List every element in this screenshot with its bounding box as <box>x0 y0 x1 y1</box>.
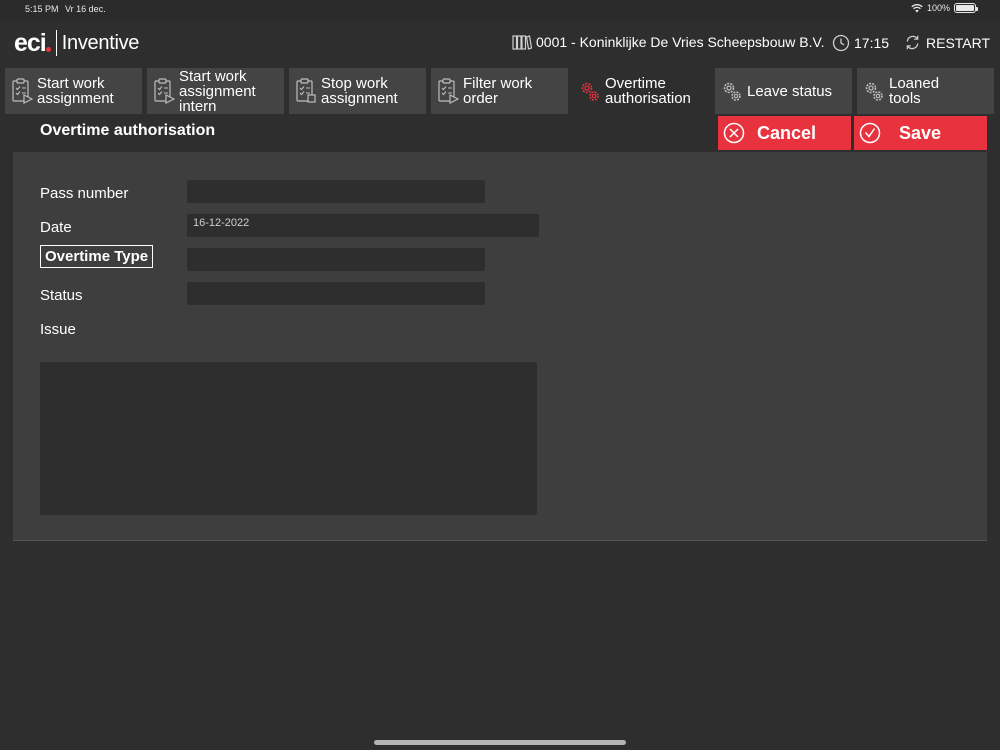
issue-label: Issue <box>40 321 76 338</box>
gears-icon <box>723 82 741 101</box>
overtime-form: Pass number Date 16-12-2022 Overtime Typ… <box>13 152 987 541</box>
gears-icon <box>581 82 599 101</box>
wifi-icon <box>911 4 923 13</box>
date-label: Date <box>40 219 72 236</box>
clipboard-stop-icon <box>296 78 316 103</box>
restart-label: RESTART <box>926 34 991 51</box>
tab-label: Start work assignment intern <box>179 68 256 114</box>
pass-number-input[interactable] <box>187 180 485 203</box>
date-input[interactable]: 16-12-2022 <box>187 214 539 237</box>
home-indicator[interactable] <box>374 740 626 745</box>
company-selector[interactable]: 0001 - Koninklijke De Vries Scheepsbouw … <box>512 34 824 50</box>
header-time: 17:15 <box>854 35 890 51</box>
clipboard-play-icon <box>154 78 175 104</box>
tab-label: Start work assignment <box>37 76 114 106</box>
save-label: Save <box>899 122 942 143</box>
logo-eci: eci <box>14 30 51 56</box>
restart-button[interactable]: RESTART <box>904 34 990 51</box>
cancel-label: Cancel <box>757 122 817 143</box>
status-input[interactable] <box>187 282 485 305</box>
save-button[interactable]: Save <box>854 116 987 150</box>
app-logo: eci Inventive <box>14 30 139 56</box>
status-indicators: 100% <box>911 3 978 13</box>
header-clock: 17:15 <box>832 34 889 52</box>
page-titlebar: Overtime authorisation Cancel Save <box>14 114 987 152</box>
logo-inventive: Inventive <box>61 32 140 54</box>
gears-icon <box>865 82 883 101</box>
tab-label: Loaned tools <box>889 76 940 106</box>
refresh-icon <box>906 35 919 50</box>
pass-number-label: Pass number <box>40 185 129 202</box>
battery-icon <box>954 3 978 13</box>
tab-stop-work-assignment[interactable]: Stop work assignment <box>289 68 426 114</box>
close-circle-icon <box>723 122 745 144</box>
tab-bar: Start work assignment Start work assignm… <box>5 68 995 114</box>
tab-label: Overtime authorisation <box>605 76 691 106</box>
clipboard-play-icon <box>438 78 459 104</box>
tab-label: Leave status <box>747 83 833 99</box>
status-bar: 5:15 PM Vr 16 dec. 100% <box>0 0 1000 20</box>
battery-percent: 100% <box>926 3 950 13</box>
status-date: Vr 16 dec. <box>65 4 106 14</box>
tab-leave-status[interactable]: Leave status <box>715 68 852 114</box>
overtime-type-label: Overtime Type <box>40 245 154 268</box>
cancel-button[interactable]: Cancel <box>718 116 851 150</box>
overtime-type-input[interactable] <box>187 248 485 271</box>
issue-textarea[interactable] <box>40 362 537 515</box>
tab-label: Filter work order <box>463 76 533 106</box>
tab-start-work-assignment-intern[interactable]: Start work assignment intern <box>147 68 284 114</box>
tab-start-work-assignment[interactable]: Start work assignment <box>5 68 142 114</box>
company-name: 0001 - Koninklijke De Vries Scheepsbouw … <box>536 34 825 50</box>
tab-loaned-tools[interactable]: Loaned tools <box>857 68 994 114</box>
clock-icon <box>832 34 850 52</box>
status-label: Status <box>40 287 83 304</box>
tab-label: Stop work assignment <box>321 76 398 106</box>
app-header: eci Inventive 0001 - Koninklijke De Vrie… <box>0 20 1000 66</box>
binders-icon <box>512 35 532 50</box>
status-time: 5:15 PM <box>25 4 59 14</box>
page-title: Overtime authorisation <box>40 122 216 139</box>
check-circle-icon <box>859 122 881 144</box>
tab-overtime-authorisation[interactable]: Overtime authorisation <box>573 68 710 114</box>
clipboard-play-icon <box>12 78 33 104</box>
tab-filter-work-order[interactable]: Filter work order <box>431 68 568 114</box>
